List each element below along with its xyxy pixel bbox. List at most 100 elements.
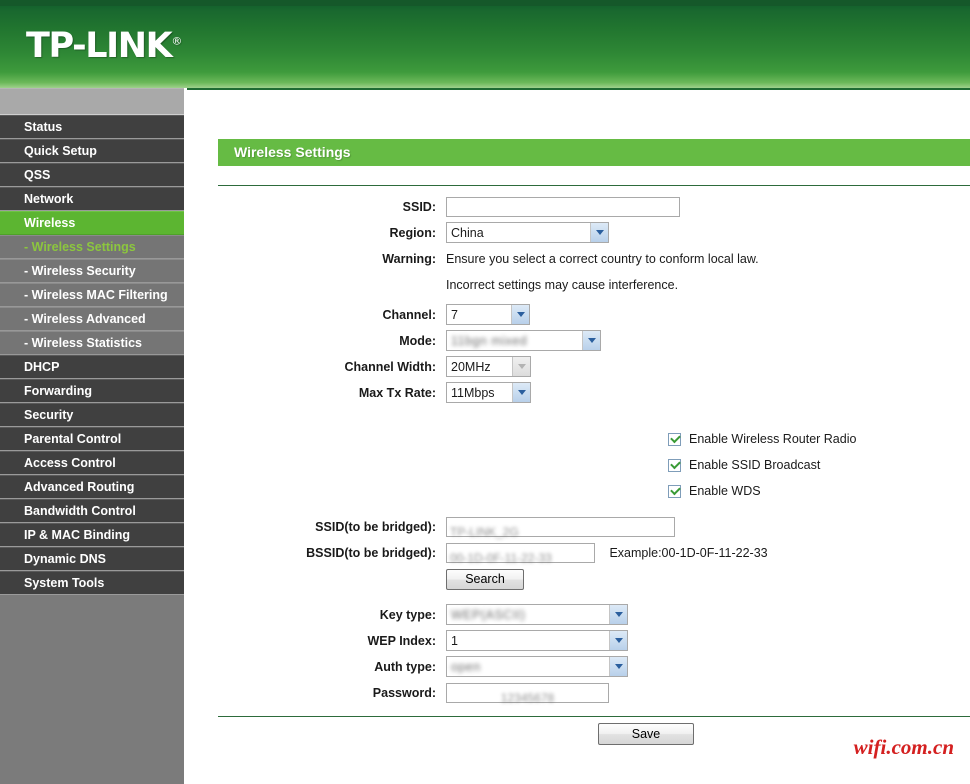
sidebar-filler bbox=[0, 595, 184, 675]
chevron-down-icon[interactable] bbox=[609, 605, 627, 625]
bssid-bridged-label: BSSID(to be bridged): bbox=[306, 546, 436, 560]
auth-type-selected-value: open bbox=[451, 660, 481, 675]
sidebar-item-wireless-statistics[interactable]: - Wireless Statistics bbox=[0, 331, 184, 355]
row-channel: Channel: 7 bbox=[187, 302, 970, 328]
site-watermark: wifi.com.cn bbox=[853, 735, 954, 759]
chevron-down-icon[interactable] bbox=[511, 305, 529, 325]
password-input[interactable]: 12345678 bbox=[446, 682, 609, 705]
row-search-button: Search bbox=[187, 566, 970, 592]
channel-select[interactable]: 7 bbox=[446, 304, 530, 326]
row-warning: Warning: Ensure you select a correct cou… bbox=[187, 246, 970, 292]
spacer-before-bridge bbox=[187, 504, 970, 514]
key-type-selected-value: WEP(ASCII) bbox=[451, 608, 526, 623]
checkbox-enable-ssid-broadcast[interactable]: Enable SSID Broadcast bbox=[187, 452, 970, 478]
chevron-down-icon[interactable] bbox=[590, 223, 608, 243]
checkbox-checked-icon[interactable] bbox=[668, 432, 681, 446]
row-ssid: SSID: bbox=[187, 194, 970, 220]
channel-width-selected-value: 20MHz bbox=[451, 360, 491, 375]
region-label: Region: bbox=[389, 226, 436, 240]
ssid-bridged-input[interactable]: TP-LINK_2G bbox=[446, 516, 675, 539]
key-type-select[interactable]: WEP(ASCII) bbox=[446, 604, 628, 626]
wep-index-selected-value: 1 bbox=[451, 634, 458, 649]
sidebar-item-dynamic-dns[interactable]: Dynamic DNS bbox=[0, 547, 184, 571]
checkbox-enable-radio[interactable]: Enable Wireless Router Radio bbox=[187, 426, 970, 452]
key-type-label: Key type: bbox=[379, 608, 436, 622]
sidebar-item-system-tools[interactable]: System Tools bbox=[0, 571, 184, 595]
main-content: Wireless Settings SSID: Region: China Wa… bbox=[187, 88, 970, 784]
row-region: Region: China bbox=[187, 220, 970, 246]
enable-ssid-broadcast-label: Enable SSID Broadcast bbox=[689, 458, 821, 472]
header-top-strip bbox=[0, 0, 970, 6]
channel-label: Channel: bbox=[382, 308, 436, 322]
warning-text-wrap: Ensure you select a correct country to c… bbox=[446, 246, 970, 298]
sidebar-item-forwarding[interactable]: Forwarding bbox=[0, 379, 184, 403]
ssid-bridged-label: SSID(to be bridged): bbox=[315, 520, 436, 534]
logo-text: TP-LINK bbox=[26, 26, 173, 66]
chevron-down-icon[interactable] bbox=[582, 331, 600, 351]
sidebar-item-advanced-routing[interactable]: Advanced Routing bbox=[0, 475, 184, 499]
wep-index-select[interactable]: 1 bbox=[446, 630, 628, 652]
mode-selected-value: 11bgn mixed bbox=[451, 334, 528, 349]
warning-line-2: Incorrect settings may cause interferenc… bbox=[446, 278, 679, 292]
sidebar-item-wireless[interactable]: Wireless bbox=[0, 211, 184, 235]
sidebar-item-wireless-advanced[interactable]: - Wireless Advanced bbox=[0, 307, 184, 331]
sidebar-item-dhcp[interactable]: DHCP bbox=[0, 355, 184, 379]
max-tx-rate-field-wrap: 11Mbps bbox=[446, 380, 970, 406]
max-tx-rate-label: Max Tx Rate: bbox=[358, 386, 436, 400]
auth-type-field-wrap: open bbox=[446, 654, 970, 680]
row-ssid-bridged: SSID(to be bridged): TP-LINK_2G bbox=[187, 514, 970, 540]
auth-type-select[interactable]: open bbox=[446, 656, 628, 678]
ssid-label: SSID: bbox=[402, 200, 436, 214]
sidebar-item-ip-mac-binding[interactable]: IP & MAC Binding bbox=[0, 523, 184, 547]
chevron-down-icon[interactable] bbox=[512, 383, 530, 403]
warning-label: Warning: bbox=[382, 252, 436, 266]
sidebar-item-qss[interactable]: QSS bbox=[0, 163, 184, 187]
enable-wds-label: Enable WDS bbox=[689, 484, 761, 498]
chevron-down-icon[interactable] bbox=[609, 657, 627, 677]
password-value: 12345678 bbox=[500, 690, 555, 705]
chevron-down-icon[interactable] bbox=[609, 631, 627, 651]
channel-width-select: 20MHz bbox=[446, 356, 531, 378]
wep-index-field-wrap: 1 bbox=[446, 628, 970, 654]
search-button[interactable]: Search bbox=[446, 569, 524, 590]
region-select[interactable]: China bbox=[446, 222, 609, 244]
page-header: TP-LINK® bbox=[0, 0, 970, 88]
sidebar-item-parental-control[interactable]: Parental Control bbox=[0, 427, 184, 451]
bssid-bridged-input[interactable]: 00-1D-0F-11-22-33 bbox=[446, 542, 595, 565]
row-bssid-bridged: BSSID(to be bridged): 00-1D-0F-11-22-33 … bbox=[187, 540, 970, 566]
enable-radio-label: Enable Wireless Router Radio bbox=[689, 432, 857, 446]
spacer-before-checkboxes bbox=[187, 406, 970, 426]
auth-type-label: Auth type: bbox=[374, 660, 436, 674]
save-button[interactable]: Save bbox=[598, 723, 694, 745]
mode-field-wrap: 11bgn mixed bbox=[446, 328, 970, 354]
chevron-down-icon bbox=[512, 357, 530, 377]
checkbox-enable-wds[interactable]: Enable WDS bbox=[187, 478, 970, 504]
channel-field-wrap: 7 bbox=[446, 302, 970, 328]
row-max-tx-rate: Max Tx Rate: 11Mbps bbox=[187, 380, 970, 406]
page-title: Wireless Settings bbox=[234, 144, 351, 160]
sidebar-item-bandwidth-control[interactable]: Bandwidth Control bbox=[0, 499, 184, 523]
channel-width-label: Channel Width: bbox=[344, 360, 436, 374]
row-channel-width: Channel Width: 20MHz bbox=[187, 354, 970, 380]
mode-select[interactable]: 11bgn mixed bbox=[446, 330, 601, 352]
form-bottom-divider bbox=[218, 716, 970, 717]
sidebar-item-wireless-settings[interactable]: - Wireless Settings bbox=[0, 235, 184, 259]
sidebar-navigation: Status Quick Setup QSS Network Wireless - Wir… bbox=[0, 88, 184, 784]
registered-trademark-icon: ® bbox=[171, 34, 183, 48]
sidebar-item-wireless-security[interactable]: - Wireless Security bbox=[0, 259, 184, 283]
max-tx-rate-select[interactable]: 11Mbps bbox=[446, 382, 531, 404]
search-button-wrap: Search bbox=[446, 566, 970, 592]
sidebar-item-status[interactable]: Status bbox=[0, 115, 184, 139]
sidebar-item-security[interactable]: Security bbox=[0, 403, 184, 427]
ssid-input[interactable] bbox=[446, 196, 680, 217]
sidebar-item-quick-setup[interactable]: Quick Setup bbox=[0, 139, 184, 163]
checkbox-checked-icon[interactable] bbox=[668, 484, 681, 498]
sidebar-item-wireless-mac-filtering[interactable]: - Wireless MAC Filtering bbox=[0, 283, 184, 307]
sidebar-item-network[interactable]: Network bbox=[0, 187, 184, 211]
sidebar-top-spacer bbox=[0, 89, 184, 115]
channel-selected-value: 7 bbox=[451, 308, 458, 323]
sidebar-item-access-control[interactable]: Access Control bbox=[0, 451, 184, 475]
row-auth-type: Auth type: open bbox=[187, 654, 970, 680]
sidebar-menu-list: Status Quick Setup QSS Network Wireless - Wir… bbox=[0, 115, 184, 595]
checkbox-checked-icon[interactable] bbox=[668, 458, 681, 472]
